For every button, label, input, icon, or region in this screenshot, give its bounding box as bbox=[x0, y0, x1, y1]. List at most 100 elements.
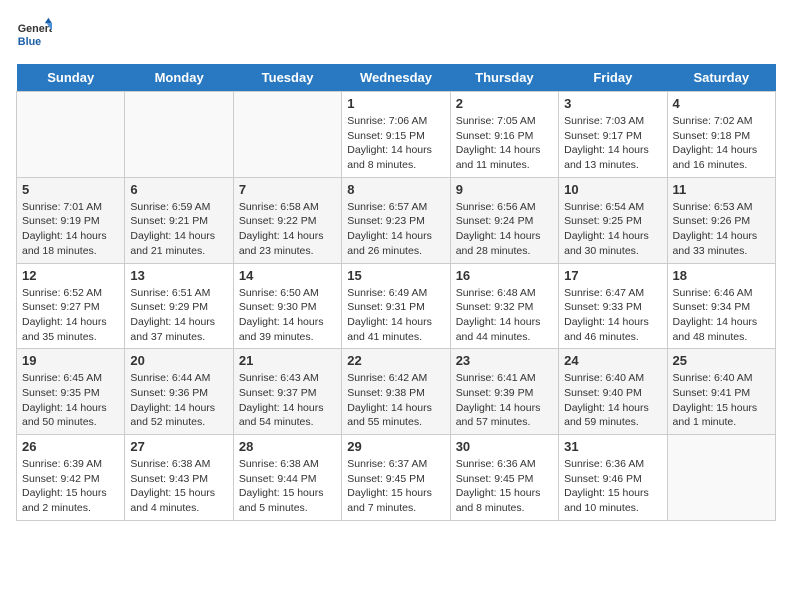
date-number: 21 bbox=[239, 353, 336, 368]
day-header-wednesday: Wednesday bbox=[342, 64, 450, 92]
calendar-cell: 6 Sunrise: 6:59 AM Sunset: 9:21 PM Daylig… bbox=[125, 177, 233, 263]
calendar-cell: 27Sunrise: 6:38 AM Sunset: 9:43 PM Dayli… bbox=[125, 435, 233, 521]
date-number: 31 bbox=[564, 439, 661, 454]
date-number: 12 bbox=[22, 268, 119, 283]
cell-content: Sunrise: 6:42 AM Sunset: 9:38 PM Dayligh… bbox=[347, 371, 444, 430]
day-header-monday: Monday bbox=[125, 64, 233, 92]
calendar-cell: 12 Sunrise: 6:52 AM Sunset: 9:27 PM Dayli… bbox=[17, 263, 125, 349]
cell-content: Sunrise: 6:37 AM Sunset: 9:45 PM Dayligh… bbox=[347, 457, 444, 516]
calendar-cell: 20 Sunrise: 6:44 AM Sunset: 9:36 PM Dayli… bbox=[125, 349, 233, 435]
date-number: 19 bbox=[22, 353, 119, 368]
date-number: 23 bbox=[456, 353, 553, 368]
date-number: 22 bbox=[347, 353, 444, 368]
cell-content: Sunrise: 6:40 AM Sunset: 9:40 PM Dayligh… bbox=[564, 371, 661, 430]
cell-content: Sunrise: 6:44 AM Sunset: 9:36 PM Dayligh… bbox=[130, 371, 227, 430]
calendar-cell bbox=[17, 92, 125, 178]
date-number: 13 bbox=[130, 268, 227, 283]
date-number: 3 bbox=[564, 96, 661, 111]
date-number: 24 bbox=[564, 353, 661, 368]
date-number: 11 bbox=[673, 182, 770, 197]
date-number: 28 bbox=[239, 439, 336, 454]
calendar-cell: 5 Sunrise: 7:01 AM Sunset: 9:19 PM Daylig… bbox=[17, 177, 125, 263]
date-number: 2 bbox=[456, 96, 553, 111]
date-number: 18 bbox=[673, 268, 770, 283]
calendar-cell: 30 Sunrise: 6:36 AM Sunset: 9:45 PM Dayli… bbox=[450, 435, 558, 521]
date-number: 8 bbox=[347, 182, 444, 197]
cell-content: Sunrise: 6:54 AM Sunset: 9:25 PM Dayligh… bbox=[564, 200, 661, 259]
calendar-cell: 17 Sunrise: 6:47 AM Sunset: 9:33 PM Dayli… bbox=[559, 263, 667, 349]
calendar-cell: 18 Sunrise: 6:46 AM Sunset: 9:34 PM Dayli… bbox=[667, 263, 775, 349]
cell-content: Sunrise: 6:39 AM Sunset: 9:42 PM Dayligh… bbox=[22, 457, 119, 516]
cell-content: Sunrise: 6:58 AM Sunset: 9:22 PM Dayligh… bbox=[239, 200, 336, 259]
calendar-cell: 24 Sunrise: 6:40 AM Sunset: 9:40 PM Dayli… bbox=[559, 349, 667, 435]
calendar-cell: 22 Sunrise: 6:42 AM Sunset: 9:38 PM Dayli… bbox=[342, 349, 450, 435]
calendar-table: SundayMondayTuesdayWednesdayThursdayFrid… bbox=[16, 64, 776, 521]
calendar-cell: 9 Sunrise: 6:56 AM Sunset: 9:24 PM Daylig… bbox=[450, 177, 558, 263]
calendar-cell bbox=[125, 92, 233, 178]
calendar-cell: 25 Sunrise: 6:40 AM Sunset: 9:41 PM Dayli… bbox=[667, 349, 775, 435]
cell-content: Sunrise: 6:36 AM Sunset: 9:45 PM Dayligh… bbox=[456, 457, 553, 516]
svg-text:Blue: Blue bbox=[18, 36, 41, 48]
cell-content: Sunrise: 6:40 AM Sunset: 9:41 PM Dayligh… bbox=[673, 371, 770, 430]
cell-content: Sunrise: 6:52 AM Sunset: 9:27 PM Dayligh… bbox=[22, 286, 119, 345]
cell-content: Sunrise: 6:38 AM Sunset: 9:44 PM Dayligh… bbox=[239, 457, 336, 516]
week-row-5: 26 Sunrise: 6:39 AM Sunset: 9:42 PM Dayli… bbox=[17, 435, 776, 521]
date-number: 6 bbox=[130, 182, 227, 197]
calendar-cell: 19Sunrise: 6:45 AM Sunset: 9:35 PM Dayli… bbox=[17, 349, 125, 435]
calendar-cell: 3 Sunrise: 7:03 AM Sunset: 9:17 PM Daylig… bbox=[559, 92, 667, 178]
date-number: 26 bbox=[22, 439, 119, 454]
date-number: 25 bbox=[673, 353, 770, 368]
calendar-cell: 2 Sunrise: 7:05 AM Sunset: 9:16 PM Daylig… bbox=[450, 92, 558, 178]
cell-content: Sunrise: 6:59 AM Sunset: 9:21 PM Dayligh… bbox=[130, 200, 227, 259]
calendar-cell: 11 Sunrise: 6:53 AM Sunset: 9:26 PM Dayli… bbox=[667, 177, 775, 263]
week-row-2: 5 Sunrise: 7:01 AM Sunset: 9:19 PM Daylig… bbox=[17, 177, 776, 263]
week-row-3: 12 Sunrise: 6:52 AM Sunset: 9:27 PM Dayli… bbox=[17, 263, 776, 349]
cell-content: Sunrise: 6:50 AM Sunset: 9:30 PM Dayligh… bbox=[239, 286, 336, 345]
day-header-tuesday: Tuesday bbox=[233, 64, 341, 92]
calendar-cell: 16Sunrise: 6:48 AM Sunset: 9:32 PM Dayli… bbox=[450, 263, 558, 349]
cell-content: Sunrise: 7:03 AM Sunset: 9:17 PM Dayligh… bbox=[564, 114, 661, 173]
calendar-cell: 7Sunrise: 6:58 AM Sunset: 9:22 PM Daylig… bbox=[233, 177, 341, 263]
cell-content: Sunrise: 7:05 AM Sunset: 9:16 PM Dayligh… bbox=[456, 114, 553, 173]
cell-content: Sunrise: 6:48 AM Sunset: 9:32 PM Dayligh… bbox=[456, 286, 553, 345]
logo-icon: General Blue bbox=[16, 16, 52, 52]
calendar-cell: 26 Sunrise: 6:39 AM Sunset: 9:42 PM Dayli… bbox=[17, 435, 125, 521]
date-number: 9 bbox=[456, 182, 553, 197]
cell-content: Sunrise: 6:49 AM Sunset: 9:31 PM Dayligh… bbox=[347, 286, 444, 345]
calendar-cell: 21Sunrise: 6:43 AM Sunset: 9:37 PM Dayli… bbox=[233, 349, 341, 435]
day-header-row: SundayMondayTuesdayWednesdayThursdayFrid… bbox=[17, 64, 776, 92]
calendar-cell: 31 Sunrise: 6:36 AM Sunset: 9:46 PM Dayli… bbox=[559, 435, 667, 521]
day-header-friday: Friday bbox=[559, 64, 667, 92]
calendar-cell: 29 Sunrise: 6:37 AM Sunset: 9:45 PM Dayli… bbox=[342, 435, 450, 521]
date-number: 29 bbox=[347, 439, 444, 454]
date-number: 20 bbox=[130, 353, 227, 368]
cell-content: Sunrise: 6:51 AM Sunset: 9:29 PM Dayligh… bbox=[130, 286, 227, 345]
svg-text:General: General bbox=[18, 23, 52, 35]
date-number: 30 bbox=[456, 439, 553, 454]
cell-content: Sunrise: 6:41 AM Sunset: 9:39 PM Dayligh… bbox=[456, 371, 553, 430]
date-number: 10 bbox=[564, 182, 661, 197]
cell-content: Sunrise: 7:02 AM Sunset: 9:18 PM Dayligh… bbox=[673, 114, 770, 173]
cell-content: Sunrise: 6:46 AM Sunset: 9:34 PM Dayligh… bbox=[673, 286, 770, 345]
calendar-cell: 13 Sunrise: 6:51 AM Sunset: 9:29 PM Dayli… bbox=[125, 263, 233, 349]
calendar-cell: 15Sunrise: 6:49 AM Sunset: 9:31 PM Dayli… bbox=[342, 263, 450, 349]
date-number: 5 bbox=[22, 182, 119, 197]
cell-content: Sunrise: 6:36 AM Sunset: 9:46 PM Dayligh… bbox=[564, 457, 661, 516]
cell-content: Sunrise: 6:53 AM Sunset: 9:26 PM Dayligh… bbox=[673, 200, 770, 259]
date-number: 4 bbox=[673, 96, 770, 111]
cell-content: Sunrise: 7:01 AM Sunset: 9:19 PM Dayligh… bbox=[22, 200, 119, 259]
calendar-cell: 23 Sunrise: 6:41 AM Sunset: 9:39 PM Dayli… bbox=[450, 349, 558, 435]
cell-content: Sunrise: 7:06 AM Sunset: 9:15 PM Dayligh… bbox=[347, 114, 444, 173]
calendar-cell bbox=[667, 435, 775, 521]
date-number: 1 bbox=[347, 96, 444, 111]
cell-content: Sunrise: 6:47 AM Sunset: 9:33 PM Dayligh… bbox=[564, 286, 661, 345]
cell-content: Sunrise: 6:56 AM Sunset: 9:24 PM Dayligh… bbox=[456, 200, 553, 259]
cell-content: Sunrise: 6:38 AM Sunset: 9:43 PM Dayligh… bbox=[130, 457, 227, 516]
calendar-cell: 28 Sunrise: 6:38 AM Sunset: 9:44 PM Dayli… bbox=[233, 435, 341, 521]
calendar-cell: 10 Sunrise: 6:54 AM Sunset: 9:25 PM Dayli… bbox=[559, 177, 667, 263]
calendar-cell: 1 Sunrise: 7:06 AM Sunset: 9:15 PM Daylig… bbox=[342, 92, 450, 178]
date-number: 17 bbox=[564, 268, 661, 283]
calendar-cell: 14Sunrise: 6:50 AM Sunset: 9:30 PM Dayli… bbox=[233, 263, 341, 349]
page-header: General Blue bbox=[16, 16, 776, 52]
day-header-saturday: Saturday bbox=[667, 64, 775, 92]
